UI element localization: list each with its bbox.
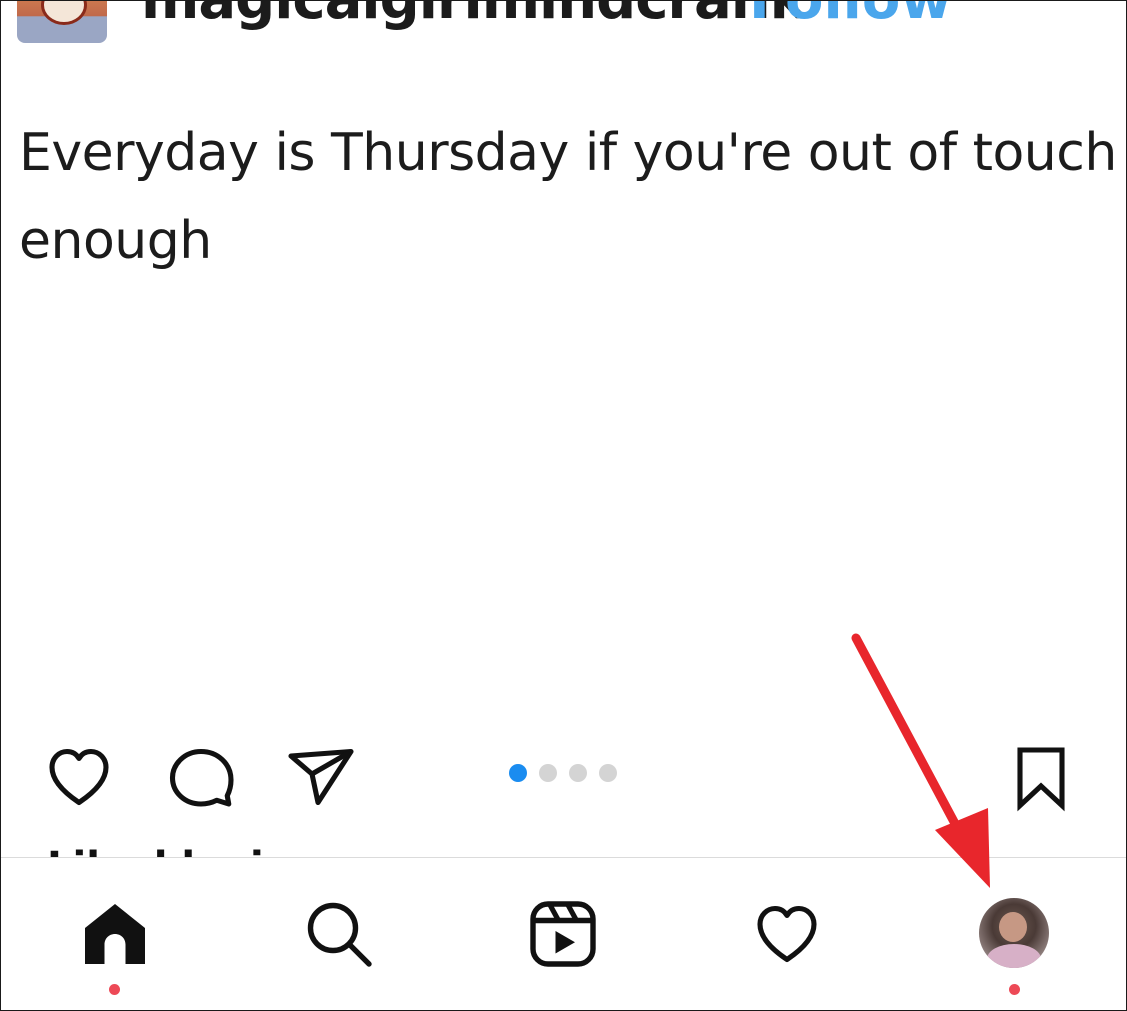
nav-home[interactable] <box>79 898 151 970</box>
share-button[interactable] <box>285 741 357 813</box>
reels-icon <box>530 901 596 967</box>
bookmark-icon <box>1017 747 1065 812</box>
paper-plane-icon <box>288 748 354 806</box>
heart-icon <box>49 748 109 806</box>
activity-heart-icon <box>757 905 817 963</box>
follow-button[interactable]: Follow <box>749 1 952 32</box>
carousel-dot <box>539 764 557 782</box>
post-author-avatar[interactable] <box>17 1 107 43</box>
nav-reels[interactable] <box>527 898 599 970</box>
like-button[interactable] <box>43 741 115 813</box>
post-action-bar <box>1 731 1126 821</box>
post-caption-text: Everyday is Thursday if you're out of to… <box>19 123 1117 271</box>
carousel-dot-active <box>509 764 527 782</box>
post-header: magicalgirlmindcrank Follow <box>1 1 1126 51</box>
nav-activity[interactable] <box>751 898 823 970</box>
search-icon <box>307 902 372 967</box>
carousel-dot <box>569 764 587 782</box>
comment-icon <box>169 748 234 807</box>
home-notification-dot <box>109 984 120 995</box>
carousel-dot <box>599 764 617 782</box>
liked-by-text[interactable]: Liked by j <box>47 839 264 859</box>
instagram-feed-screen: magicalgirlmindcrank Follow Everyday is … <box>0 0 1127 1011</box>
post-author-username[interactable]: magicalgirlmindcrank <box>141 1 807 32</box>
home-icon <box>85 904 145 964</box>
profile-avatar[interactable] <box>979 898 1049 968</box>
nav-search[interactable] <box>303 898 375 970</box>
comment-button[interactable] <box>165 741 237 813</box>
save-button[interactable] <box>1005 741 1077 813</box>
profile-notification-dot <box>1009 984 1020 995</box>
bottom-navigation-bar <box>1 857 1126 1010</box>
